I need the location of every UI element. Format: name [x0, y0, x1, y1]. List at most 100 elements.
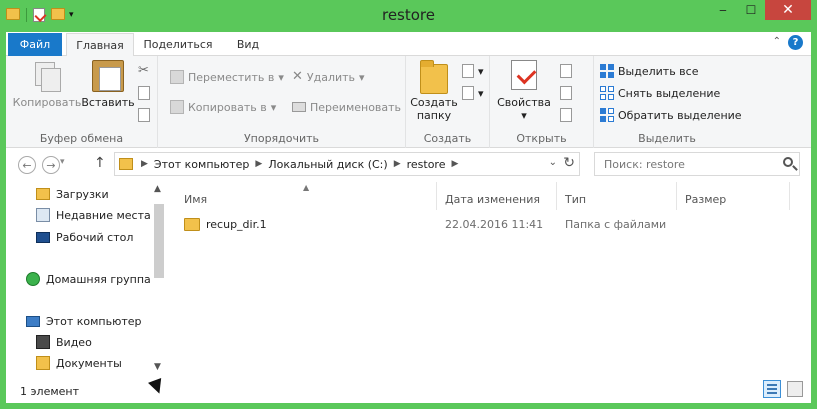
sidebar-item-documents[interactable]: Документы [36, 355, 122, 371]
new-folder-icon [418, 60, 450, 94]
tab-home[interactable]: Главная [66, 33, 134, 57]
table-row[interactable]: recup_dir.1 22.04.2016 11:41 Папка с фай… [164, 216, 811, 236]
edit-icon [560, 86, 572, 100]
refresh-icon[interactable]: ↻ [563, 155, 575, 171]
sidebar-item-desktop[interactable]: Рабочий стол [36, 229, 133, 245]
invert-selection-label: Обратить выделение [618, 108, 742, 122]
select-all-icon [600, 64, 614, 78]
scissors-icon: ✂ [138, 63, 149, 78]
sidebar-item-this-pc[interactable]: Этот компьютер [26, 313, 142, 329]
breadcrumb-this-pc[interactable]: Этот компьютер [150, 158, 254, 171]
breadcrumb-local-disk[interactable]: Локальный диск (C:) [264, 158, 391, 171]
sidebar-item-recent-places[interactable]: Недавние места [36, 207, 151, 223]
breadcrumb-separator[interactable]: ▶ [139, 159, 150, 169]
address-bar[interactable]: ▶ Этот компьютер ▶ Локальный диск (C:) ▶… [114, 152, 580, 176]
paste-button[interactable]: Вставить [80, 60, 136, 109]
rename-button[interactable]: Переименовать [292, 98, 401, 116]
downloads-folder-icon [36, 188, 50, 200]
minimize-button[interactable]: ‒ [709, 0, 737, 20]
select-group: Выделить все Снять выделение Обратить вы… [594, 56, 742, 148]
history-icon [560, 108, 572, 122]
maximize-button[interactable]: ☐ [737, 0, 765, 20]
folder-icon [184, 218, 200, 231]
status-bar: 1 элемент [6, 378, 811, 403]
paste-icon [92, 60, 124, 92]
chevron-down-icon: ▾ [478, 86, 484, 100]
select-all-button[interactable]: Выделить все [600, 62, 698, 80]
column-divider[interactable] [556, 182, 557, 210]
select-none-icon [600, 86, 614, 100]
column-divider[interactable] [789, 182, 790, 210]
large-icons-view-button[interactable] [787, 381, 803, 397]
column-divider[interactable] [676, 182, 677, 210]
properties-label: Свойства [497, 96, 551, 109]
expand-ribbon-icon[interactable]: ⌃ [773, 36, 781, 47]
paste-shortcut-button[interactable] [138, 106, 150, 124]
rename-label: Переименовать [310, 100, 402, 114]
recent-locations-chevron-icon[interactable]: ▾ [60, 157, 65, 167]
sidebar-item-label: Домашняя группа [46, 272, 151, 286]
column-header-size[interactable]: Размер [685, 190, 726, 208]
column-header-date[interactable]: Дата изменения [445, 190, 540, 208]
edit-button[interactable] [560, 84, 572, 102]
breadcrumb-separator[interactable]: ▶ [449, 159, 460, 169]
ribbon-tabs: Файл Главная Поделиться Вид ⌃ ? [6, 32, 811, 57]
sidebar-item-videos[interactable]: Видео [36, 334, 92, 350]
column-header-type[interactable]: Тип [565, 190, 586, 208]
move-to-button[interactable]: Переместить в ▾ [170, 68, 284, 86]
videos-icon [36, 335, 50, 349]
up-button[interactable]: ↑ [94, 155, 106, 171]
close-button[interactable]: ✕ [765, 0, 811, 20]
search-input[interactable]: Поиск: restore [594, 152, 800, 176]
copy-path-button[interactable] [138, 84, 150, 102]
select-none-button[interactable]: Снять выделение [600, 84, 720, 102]
new-folder-button[interactable]: Создать папку [410, 60, 458, 122]
delete-button[interactable]: ✕ Удалить ▾ [292, 68, 365, 86]
select-none-label: Снять выделение [618, 86, 721, 100]
rename-icon [292, 102, 306, 112]
file-name: recup_dir.1 [206, 218, 267, 231]
new-item-button[interactable]: ▾ [462, 62, 484, 80]
tab-share[interactable]: Поделиться [138, 33, 218, 56]
sidebar-item-label: Этот компьютер [46, 314, 142, 328]
cut-button[interactable]: ✂ [138, 62, 149, 80]
search-icon[interactable] [783, 157, 793, 167]
copy-icon [31, 60, 63, 92]
details-view-button[interactable] [763, 380, 781, 398]
tab-file[interactable]: Файл [8, 33, 62, 56]
invert-selection-button[interactable]: Обратить выделение [600, 106, 742, 124]
open-button[interactable] [560, 62, 572, 80]
back-button[interactable]: ← [18, 156, 36, 174]
breadcrumb-separator[interactable]: ▶ [253, 159, 264, 169]
sidebar-item-label: Видео [56, 335, 92, 349]
scrollbar-thumb[interactable] [154, 204, 164, 278]
sidebar-item-label: Рабочий стол [56, 230, 134, 244]
forward-button[interactable]: → [42, 156, 60, 174]
column-header-name[interactable]: Имя [184, 190, 207, 208]
explorer-window: ▾ restore ‒ ☐ ✕ Файл Главная Поделиться … [0, 0, 817, 409]
scroll-down-icon[interactable]: ▼ [154, 362, 161, 372]
help-icon[interactable]: ? [788, 35, 803, 50]
sidebar-item-downloads[interactable]: Загрузки [36, 186, 109, 202]
new-group-label: Создать [423, 132, 472, 145]
title-bar: ▾ restore ‒ ☐ ✕ [0, 0, 817, 32]
new-group: Создать папку ▾ ▾ Создать [406, 56, 490, 148]
breadcrumb-separator[interactable]: ▶ [392, 159, 403, 169]
column-divider[interactable] [436, 182, 437, 210]
tab-view[interactable]: Вид [224, 33, 272, 56]
history-button[interactable] [560, 106, 572, 124]
scroll-up-icon[interactable]: ▲ [154, 184, 161, 194]
copy-button[interactable]: Копировать [12, 60, 82, 109]
easy-access-button[interactable]: ▾ [462, 84, 484, 102]
properties-button[interactable]: Свойства ▾ [496, 60, 552, 122]
sidebar-scrollbar[interactable]: ▲ ▼ [152, 182, 164, 378]
chevron-down-icon: ▾ [478, 64, 484, 78]
copy-to-button[interactable]: Копировать в ▾ [170, 98, 276, 116]
sidebar-item-homegroup[interactable]: Домашняя группа [26, 271, 151, 287]
move-to-icon [170, 70, 184, 84]
item-count: 1 элемент [20, 385, 79, 398]
breadcrumb-restore[interactable]: restore [403, 158, 450, 171]
organize-group-label: Упорядочить [243, 132, 320, 145]
address-history-chevron-icon[interactable]: ⌄ [549, 157, 557, 168]
open-group: Свойства ▾ Открыть [490, 56, 594, 148]
